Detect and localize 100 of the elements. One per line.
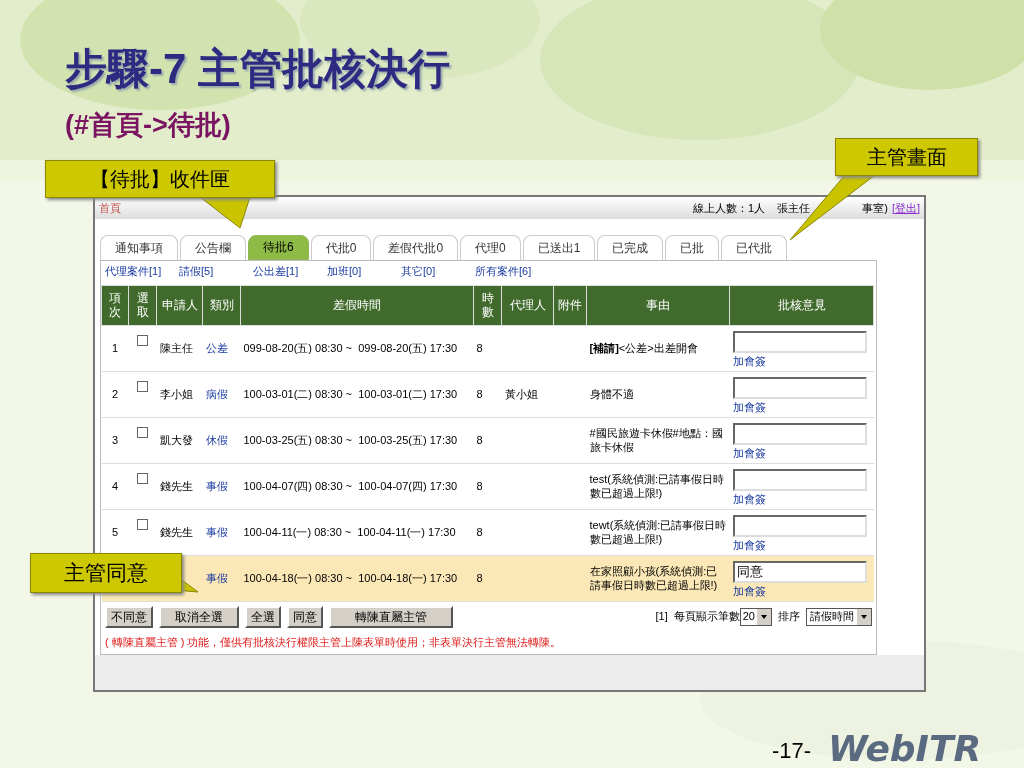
cosign-link[interactable]: 加會簽 <box>732 492 766 505</box>
table-cell: #國民旅遊卡休假#地點：國旅卡休假 <box>589 427 723 454</box>
breadcrumb-link[interactable]: 首頁 <box>99 199 121 217</box>
sort-label: 排序 <box>778 609 800 625</box>
table-cell: 身體不適 <box>589 388 634 401</box>
cosign-link[interactable]: 加會簽 <box>732 400 766 413</box>
filter-link[interactable]: 加班[0] <box>327 263 401 280</box>
cosign-link[interactable]: 加會簽 <box>732 538 766 551</box>
column-header: 時數 <box>473 285 502 326</box>
column-header: 差假時間 <box>240 285 474 326</box>
filter-link[interactable]: 其它[0] <box>401 263 475 280</box>
table-cell: tewt(系統偵測:已請事假日時數已超過上限!) <box>589 519 727 546</box>
table-cell: 在家照顧小孩(系統偵測:已請事假日時數已超過上限!) <box>589 565 718 592</box>
column-header: 項次 <box>101 285 129 326</box>
column-header: 選取 <box>128 285 157 326</box>
comment-field[interactable]: 同意 <box>732 560 867 583</box>
table-cell: 8 <box>476 525 483 538</box>
tab[interactable]: 通知事項 <box>100 234 178 260</box>
table-cell: 陳主任 <box>159 341 193 354</box>
table-cell: 100-04-07(四) 08:30 ~ 100-04-07(四) 17:30 <box>243 479 458 492</box>
leave-type-link[interactable]: 事假 <box>205 479 228 492</box>
checkbox[interactable] <box>137 380 148 392</box>
comment-field[interactable] <box>732 376 867 399</box>
table-cell: 4 <box>111 479 119 492</box>
table-cell: 100-03-01(二) 08:30 ~ 100-03-01(二) 17:30 <box>243 387 458 400</box>
sort-select[interactable]: 請假時間 <box>806 607 872 626</box>
logout-link[interactable]: [登出] <box>891 199 920 217</box>
cosign-link[interactable]: 加會簽 <box>732 446 766 459</box>
action-button[interactable]: 全選 <box>245 605 281 628</box>
per-page-select[interactable]: 20 <box>739 607 772 626</box>
column-header: 附件 <box>553 285 587 326</box>
user-name: 張主任 <box>777 200 811 216</box>
tab[interactable]: 代批0 <box>310 234 372 260</box>
table-cell: 黃小姐 <box>504 387 538 400</box>
table-cell: 3 <box>111 433 119 446</box>
filter-link[interactable]: 請假[5] <box>179 263 253 280</box>
table-cell: test(系統偵測:已請事假日時數已超過上限!) <box>589 473 724 500</box>
table-cell: 8 <box>476 479 483 492</box>
page-link[interactable]: [1] <box>655 608 668 625</box>
action-button[interactable]: 同意 <box>287 605 323 628</box>
table-cell: 099-08-20(五) 08:30 ~ 099-08-20(五) 17:30 <box>243 341 458 354</box>
column-header: 代理人 <box>501 285 554 326</box>
table-cell: 8 <box>476 387 483 400</box>
checkbox[interactable] <box>137 426 148 438</box>
table-cell: 100-04-11(一) 08:30 ~ 100-04-11(一) 17:30 <box>243 525 456 538</box>
tab[interactable]: 已送出1 <box>522 234 596 260</box>
leave-type-link[interactable]: 病假 <box>205 387 228 400</box>
cosign-link[interactable]: 加會簽 <box>732 354 766 367</box>
callout-label: 主管畫面 <box>835 138 978 176</box>
tab[interactable]: 差假代批0 <box>373 234 459 260</box>
leave-type-link[interactable]: 事假 <box>205 525 228 538</box>
filter-link[interactable]: 所有案件[6] <box>475 263 549 280</box>
tab[interactable]: 待批6 <box>248 234 309 260</box>
column-header: 批核意見 <box>729 285 874 326</box>
online-count: 線上人數：1人 <box>693 200 766 216</box>
table-cell: 100-03-25(五) 08:30 ~ 100-03-25(五) 17:30 <box>243 433 458 446</box>
action-button[interactable]: 取消全選 <box>159 605 239 628</box>
tab[interactable]: 已批 <box>665 234 720 260</box>
note-text: ( 轉陳直屬主管 ) 功能，僅供有批核決行權限主管上陳表單時使用；非表單決行主管無法轉陳。 <box>104 635 563 651</box>
slide-title: 步驟-7 主管批核決行 <box>65 48 450 90</box>
filter-link[interactable]: 公出差[1] <box>253 263 327 280</box>
filter-link[interactable]: 代理案件[1] <box>105 263 179 280</box>
column-header: 事由 <box>586 285 730 326</box>
tab[interactable]: 代理0 <box>460 234 521 260</box>
callout-label: 【待批】收件匣 <box>45 160 275 198</box>
leave-type-link[interactable]: 公差 <box>205 341 228 354</box>
comment-field[interactable] <box>732 468 867 491</box>
table-cell: 100-04-18(一) 08:30 ~ 100-04-18(一) 17:30 <box>243 571 458 584</box>
cosign-link[interactable]: 加會簽 <box>732 584 766 597</box>
action-button[interactable]: 轉陳直屬主管 <box>329 605 453 628</box>
table-cell: 8 <box>476 433 483 446</box>
comment-field[interactable] <box>732 514 867 537</box>
table-cell: 1 <box>111 341 119 354</box>
slide-subtitle: (#首頁->待批) <box>65 112 231 139</box>
tab[interactable]: 公告欄 <box>180 234 246 260</box>
column-header: 申請人 <box>156 285 203 326</box>
callout-pointer <box>199 196 251 229</box>
checkbox[interactable] <box>137 334 148 346</box>
table-cell: 2 <box>111 387 119 400</box>
table-cell: 8 <box>476 341 483 354</box>
table-cell: 李小姐 <box>159 387 193 400</box>
tab[interactable]: 已完成 <box>597 234 664 260</box>
checkbox[interactable] <box>137 518 148 530</box>
leave-type-link[interactable]: 休假 <box>205 433 228 446</box>
user-name: 事室) <box>862 200 888 216</box>
per-page-label: 每頁顯示筆數 <box>673 609 740 625</box>
table-cell: 8 <box>476 571 483 584</box>
action-button[interactable]: 不同意 <box>105 605 153 628</box>
leave-type-link[interactable]: 事假 <box>205 571 228 584</box>
table-cell: 5 <box>111 525 119 538</box>
logo-text: WebITR <box>828 727 982 768</box>
comment-field[interactable] <box>732 330 867 353</box>
tab[interactable]: 已代批 <box>721 234 788 260</box>
table-cell: 錢先生 <box>159 479 193 492</box>
page-number: -17- <box>772 737 812 765</box>
column-header: 類別 <box>202 285 241 326</box>
table-cell: [補請]<公差>出差開會 <box>589 342 698 355</box>
callout-label: 主管同意 <box>30 553 182 593</box>
comment-field[interactable] <box>732 422 867 445</box>
checkbox[interactable] <box>137 472 148 484</box>
